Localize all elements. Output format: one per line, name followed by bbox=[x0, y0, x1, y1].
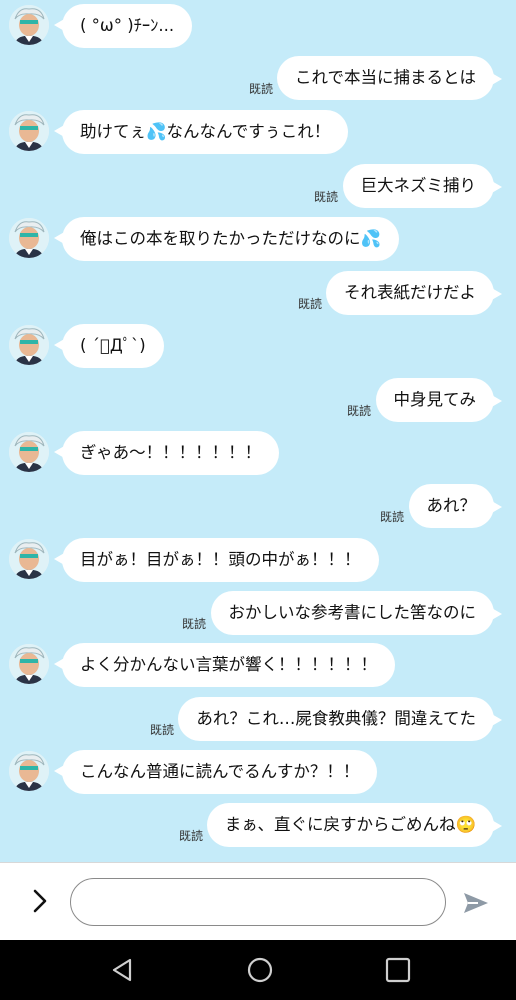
outgoing-message-bubble[interactable]: 巨大ネズミ捕り bbox=[342, 164, 502, 208]
read-receipt: 既読 bbox=[379, 510, 404, 524]
incoming-message-bubble[interactable]: 目がぁ！目がぁ！！頭の中がぁ！！！ bbox=[54, 538, 379, 582]
message-row: ( °ω° )ﾁｰﾝ... bbox=[0, 4, 516, 54]
system-nav-bar bbox=[0, 940, 516, 1000]
read-receipt: 既読 bbox=[248, 82, 273, 96]
chevron-right-icon[interactable] bbox=[26, 887, 54, 915]
nav-back-icon[interactable] bbox=[108, 956, 136, 984]
message-row: ぎゃあ〜！！！！！！！ bbox=[0, 431, 516, 481]
avatar[interactable] bbox=[9, 5, 49, 45]
avatar[interactable] bbox=[9, 751, 49, 791]
incoming-message-bubble[interactable]: ( °ω° )ﾁｰﾝ... bbox=[53, 4, 193, 48]
chat-history[interactable]: ( °ω° )ﾁｰﾝ... 既読 これで本当に捕まるとは 助けてぇ💦なんなんです… bbox=[0, 0, 516, 862]
read-receipt: 既読 bbox=[297, 297, 322, 311]
outgoing-message-bubble[interactable]: あれ？ bbox=[408, 484, 502, 528]
nav-recents-icon[interactable] bbox=[384, 956, 412, 984]
outgoing-message-bubble[interactable]: それ表紙だけだよ bbox=[326, 271, 502, 315]
incoming-message-bubble[interactable]: ( ´ﾟДﾟ`) bbox=[54, 324, 164, 368]
message-row: 既読 あれ？ bbox=[0, 484, 516, 534]
outgoing-message-bubble[interactable]: まぁ、直ぐに戻すからごめんね🙄 bbox=[206, 803, 503, 847]
incoming-message-bubble[interactable]: ぎゃあ〜！！！！！！！ bbox=[53, 431, 280, 475]
message-row: 既読 巨大ネズミ捕り bbox=[0, 164, 516, 214]
message-row: 既読 おかしいな参考書にした筈なのに bbox=[0, 591, 516, 641]
message-input-bar bbox=[0, 862, 516, 940]
avatar[interactable] bbox=[9, 432, 49, 472]
message-row: 既読 まぁ、直ぐに戻すからごめんね🙄 bbox=[0, 803, 516, 853]
read-receipt: 既読 bbox=[149, 723, 174, 737]
read-receipt: 既読 bbox=[313, 190, 338, 204]
message-row: 目がぁ！目がぁ！！頭の中がぁ！！！ bbox=[0, 538, 516, 588]
message-row: 既読 あれ？これ…屍食教典儀？間違えてた bbox=[0, 697, 516, 747]
avatar[interactable] bbox=[9, 325, 49, 365]
read-receipt: 既読 bbox=[181, 617, 206, 631]
message-row: 既読 これで本当に捕まるとは bbox=[0, 56, 516, 106]
message-row: 既読 中身見てみ bbox=[0, 378, 516, 428]
read-receipt: 既読 bbox=[346, 404, 371, 418]
outgoing-message-bubble[interactable]: これで本当に捕まるとは bbox=[276, 56, 503, 100]
message-row: 俺はこの本を取りたかっただけなのに💦 bbox=[0, 217, 516, 267]
message-row: 既読 それ表紙だけだよ bbox=[0, 271, 516, 321]
avatar[interactable] bbox=[9, 218, 49, 258]
outgoing-message-bubble[interactable]: 中身見てみ bbox=[375, 378, 502, 422]
message-row: こんなん普通に読んでるんすか？！！ bbox=[0, 750, 516, 800]
incoming-message-bubble[interactable]: 俺はこの本を取りたかっただけなのに💦 bbox=[53, 217, 400, 261]
outgoing-message-bubble[interactable]: あれ？これ…屍食教典儀？間違えてた bbox=[178, 697, 502, 741]
incoming-message-bubble[interactable]: 助けてぇ💦なんなんですぅこれ！ bbox=[53, 110, 349, 154]
message-row: 助けてぇ💦なんなんですぅこれ！ bbox=[0, 110, 516, 160]
avatar[interactable] bbox=[9, 644, 49, 684]
nav-home-icon[interactable] bbox=[246, 956, 274, 984]
read-receipt: 既読 bbox=[178, 829, 203, 843]
incoming-message-bubble[interactable]: こんなん普通に読んでるんすか？！！ bbox=[53, 750, 378, 794]
incoming-message-bubble[interactable]: よく分かんない言葉が響く！！！！！！ bbox=[54, 643, 395, 687]
message-row: ( ´ﾟДﾟ`) bbox=[0, 324, 516, 374]
outgoing-message-bubble[interactable]: おかしいな参考書にした筈なのに bbox=[210, 591, 502, 635]
send-icon[interactable] bbox=[460, 887, 492, 919]
message-row: よく分かんない言葉が響く！！！！！！ bbox=[0, 643, 516, 693]
avatar[interactable] bbox=[9, 111, 49, 151]
avatar[interactable] bbox=[9, 539, 49, 579]
message-input[interactable] bbox=[70, 878, 446, 926]
